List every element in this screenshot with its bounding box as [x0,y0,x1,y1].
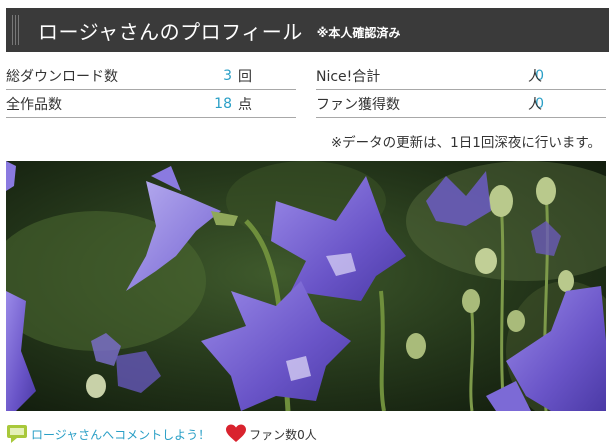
stat-row-fans: ファン獲得数 0 人 [316,90,606,118]
stat-label: Nice!合計 [316,68,381,85]
comment-link[interactable]: ロージャさんへコメントしよう！ [6,424,210,444]
stat-row-nice: Nice!合計 0 人 [316,62,606,90]
stat-unit: 点 [238,96,252,113]
verified-badge: ※本人確認済み [316,25,401,40]
heart-icon [226,424,247,442]
header-grip-icon [12,15,24,45]
stat-unit: 人 [528,68,542,85]
stat-unit: 回 [238,68,252,85]
stat-value: 3 [223,67,232,84]
stat-label: 総ダウンロード数 [6,68,118,85]
speech-bubble-icon [7,425,27,443]
fan-count: ファン数0人 [226,424,317,444]
profile-cover-image [6,161,606,411]
profile-title: ロージャさんのプロフィール [38,19,303,44]
profile-footer: ロージャさんへコメントしよう！ ファン数0人 [6,423,317,445]
stat-label: ファン獲得数 [316,96,400,113]
stat-label: 全作品数 [6,96,62,113]
stats-right: Nice!合計 0 人 ファン獲得数 0 人 [316,62,606,118]
comment-link-label[interactable]: ロージャさんへコメントしよう！ [31,426,210,443]
stat-row-works: 全作品数 18 点 [6,90,296,118]
update-notice: ※データの更新は、1日1回深夜に行います。 [330,135,601,151]
profile-header: ロージャさんのプロフィール ※本人確認済み [6,8,609,52]
stat-unit: 人 [528,96,542,113]
fan-count-label: ファン数0人 [249,427,317,442]
stat-value: 18 [214,95,232,112]
stats-left: 総ダウンロード数 3 回 全作品数 18 点 [6,62,296,118]
stat-row-downloads: 総ダウンロード数 3 回 [6,62,296,90]
